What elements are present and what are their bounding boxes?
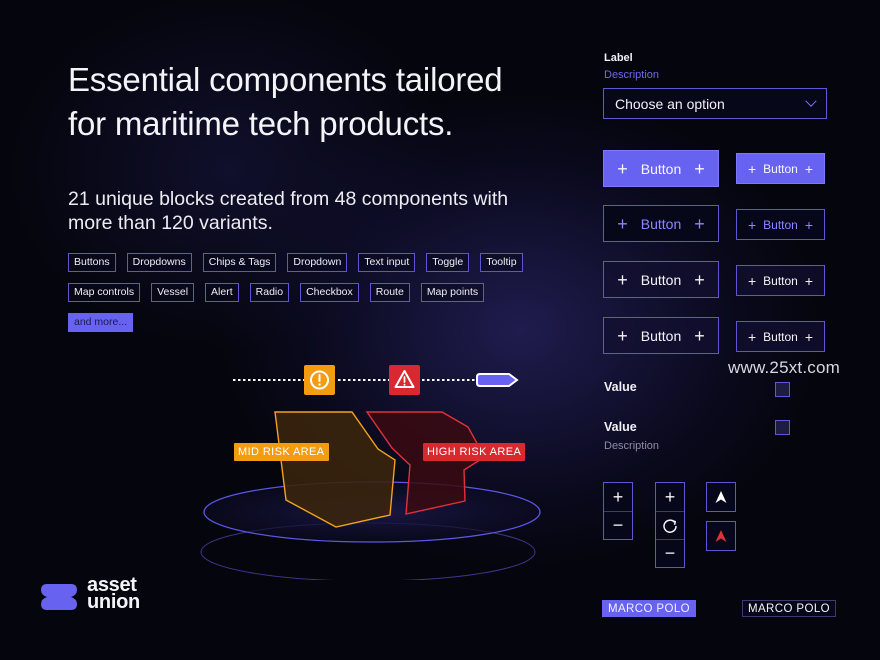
plus-icon: + <box>694 269 705 290</box>
subheadline-line-1: 21 unique blocks created from 48 compone… <box>68 188 509 210</box>
outline-button-small[interactable]: + Button + <box>736 321 825 352</box>
vessel-icon <box>476 373 519 387</box>
headline: Essential components tailored for mariti… <box>68 58 568 146</box>
watermark: www.25xt.com <box>728 358 840 377</box>
north-arrow-icon <box>715 491 727 503</box>
component-tags: Buttons Dropdowns Chips & Tags Dropdown … <box>68 253 558 332</box>
plus-icon: + <box>804 216 814 233</box>
plus-icon: + <box>747 272 757 289</box>
plus-icon: + <box>804 272 814 289</box>
primary-button-small[interactable]: + Button + <box>736 153 825 184</box>
button-label: Button <box>640 327 682 344</box>
plus-icon: + <box>694 213 705 234</box>
north-arrow-active-icon <box>715 530 727 542</box>
plus-icon: + <box>664 486 676 507</box>
tag[interactable]: Tooltip <box>480 253 523 272</box>
secondary-button-large[interactable]: + Button + <box>603 205 719 242</box>
high-risk-label: HIGH RISK AREA <box>423 443 526 461</box>
button-label: Button <box>640 215 682 232</box>
zoom-control: + − <box>603 482 633 540</box>
plus-icon: + <box>747 328 757 345</box>
outline-button-large[interactable]: + Button + <box>603 317 719 354</box>
tag[interactable]: Map points <box>420 283 485 302</box>
plus-icon: + <box>617 213 628 234</box>
checkbox-label: Value <box>604 420 637 434</box>
minus-icon: − <box>612 515 624 535</box>
button-label: Button <box>763 217 798 232</box>
option-dropdown[interactable]: Choose an option <box>603 88 827 119</box>
checkbox[interactable] <box>775 420 790 435</box>
tag[interactable]: Route <box>369 283 410 302</box>
warning-alert-icon <box>304 365 335 395</box>
headline-line-1: Essential components tailored <box>68 61 503 98</box>
rotate-icon <box>663 518 677 533</box>
chevron-down-icon <box>805 95 817 107</box>
zoom-in-button[interactable]: + <box>656 483 684 511</box>
tag[interactable]: Toggle <box>426 253 470 272</box>
secondary-button-small[interactable]: + Button + <box>736 209 825 240</box>
button-label: Button <box>640 160 682 177</box>
tag[interactable]: Alert <box>205 283 239 302</box>
tag[interactable]: Dropdown <box>287 253 348 272</box>
checkbox-description: Description <box>604 440 660 452</box>
plus-icon: + <box>617 325 628 346</box>
tag[interactable]: Dropdowns <box>126 253 192 272</box>
checkbox-label: Value <box>604 380 637 394</box>
zoom-out-button[interactable]: − <box>604 511 632 539</box>
button-label: Button <box>640 271 682 288</box>
button-label: Button <box>763 273 798 288</box>
plus-icon: + <box>747 160 757 177</box>
mid-risk-label: MID RISK AREA <box>234 443 329 461</box>
minus-icon: − <box>664 543 676 563</box>
tag[interactable]: Radio <box>249 283 290 302</box>
subheadline-line-2: more than 120 variants. <box>68 212 273 234</box>
vessel-chip-outline[interactable]: MARCO POLO <box>742 600 836 617</box>
subheadline: 21 unique blocks created from 48 compone… <box>68 187 568 235</box>
logo-line-2: union <box>87 591 140 613</box>
dropdown-value: Choose an option <box>615 95 725 112</box>
dropdown-description: Description <box>604 69 660 81</box>
plus-icon: + <box>617 269 628 290</box>
zoom-in-button[interactable]: + <box>604 483 632 511</box>
risk-area-illustration <box>200 365 541 580</box>
primary-button-large[interactable]: + Button + <box>603 150 719 187</box>
tertiary-button-small[interactable]: + Button + <box>736 265 825 296</box>
plus-icon: + <box>747 216 757 233</box>
tag[interactable]: Chips & Tags <box>202 253 277 272</box>
north-button-active[interactable] <box>706 521 736 551</box>
tag[interactable]: Buttons <box>68 253 116 272</box>
plus-icon: + <box>617 158 628 179</box>
checkbox[interactable] <box>775 382 790 397</box>
vessel-chip-filled[interactable]: MARCO POLO <box>602 600 696 617</box>
tag[interactable]: Checkbox <box>300 283 359 302</box>
tertiary-button-large[interactable]: + Button + <box>603 261 719 298</box>
button-label: Button <box>763 161 798 176</box>
danger-alert-icon <box>389 365 420 395</box>
plus-icon: + <box>804 328 814 345</box>
zoom-reset-control: + − <box>655 482 685 568</box>
tag[interactable]: Map controls <box>68 283 141 302</box>
north-button[interactable] <box>706 482 736 512</box>
plus-icon: + <box>694 325 705 346</box>
asset-union-logo-text: asset union <box>87 575 140 613</box>
headline-line-2: for maritime tech products. <box>68 105 454 142</box>
button-label: Button <box>763 329 798 344</box>
asset-union-logo-icon <box>41 584 77 610</box>
tag[interactable]: Vessel <box>151 283 195 302</box>
reset-rotation-button[interactable] <box>656 511 684 539</box>
dropdown-label: Label <box>604 52 633 64</box>
plus-icon: + <box>694 158 705 179</box>
tag[interactable]: Text input <box>358 253 416 272</box>
zoom-out-button[interactable]: − <box>656 539 684 567</box>
and-more-tag[interactable]: and more... <box>68 313 134 332</box>
plus-icon: + <box>804 160 814 177</box>
plus-icon: + <box>612 486 624 507</box>
